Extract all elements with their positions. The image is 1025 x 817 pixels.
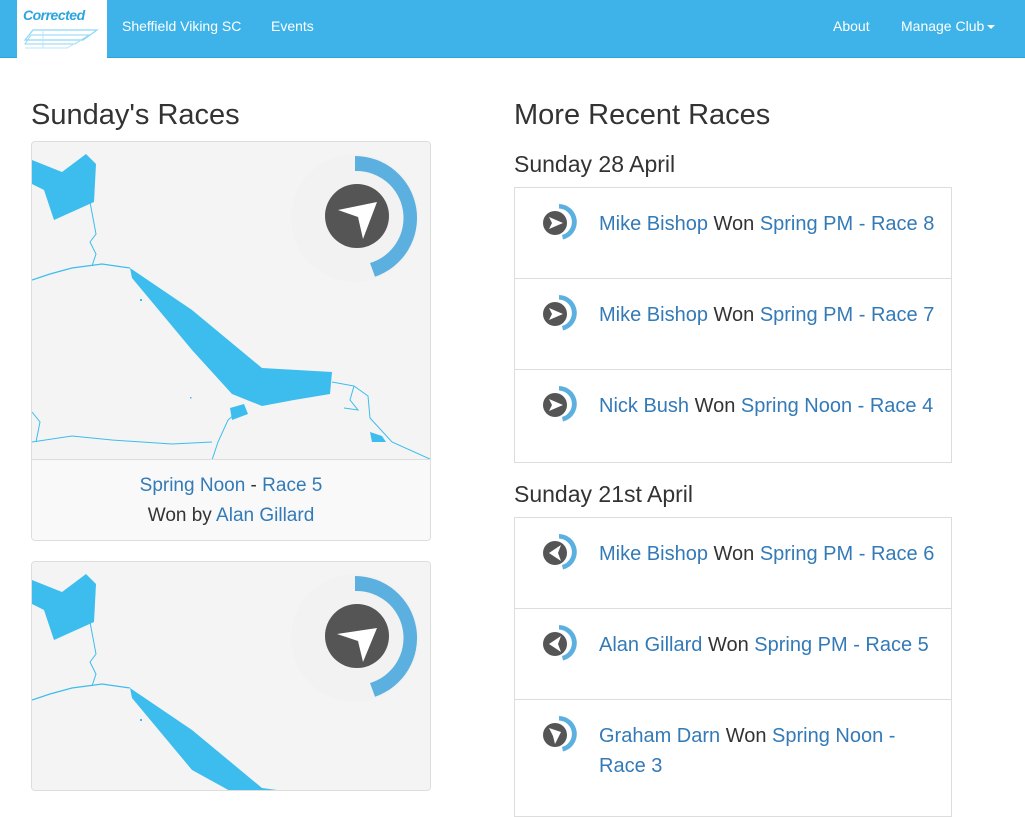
won-label: Won [689, 395, 741, 417]
nav-events-link[interactable]: Events [271, 18, 314, 34]
list-item[interactable]: Mike Bishop Won Spring PM - Race 7 [515, 278, 951, 369]
wind-dial-icon [543, 386, 577, 422]
race-link[interactable]: Spring PM - Race 8 [760, 213, 935, 235]
list-item[interactable]: Mike Bishop Won Spring PM - Race 6 [515, 518, 951, 608]
race-result-text: Mike Bishop Won Spring PM - Race 6 [599, 539, 944, 569]
list-item[interactable]: Mike Bishop Won Spring PM - Race 8 [515, 188, 951, 278]
more-recent-races-title: More Recent Races [514, 99, 771, 131]
race-result-text: Alan Gillard Won Spring PM - Race 5 [599, 630, 944, 660]
wind-dial-icon [543, 716, 577, 752]
sundays-races-title: Sunday's Races [31, 99, 240, 131]
nav-club-link[interactable]: Sheffield Viking SC [122, 18, 241, 34]
race-link[interactable]: Race 5 [262, 475, 322, 496]
caption-separator: - [245, 475, 263, 496]
race-result-text: Graham Darn Won Spring Noon - Race 3 [599, 721, 944, 781]
wind-dial-icon [543, 625, 577, 661]
wind-dial-icon [543, 204, 577, 240]
winner-link[interactable]: Graham Darn [599, 725, 720, 747]
wind-dial-icon [291, 154, 419, 282]
race-result-text: Mike Bishop Won Spring PM - Race 7 [599, 300, 944, 330]
list-item[interactable]: Alan Gillard Won Spring PM - Race 5 [515, 608, 951, 699]
boat-logo-icon [23, 29, 99, 49]
date-heading: Sunday 28 April [514, 151, 676, 177]
won-label: Won [707, 543, 760, 565]
race-link[interactable]: Spring PM - Race 5 [754, 634, 929, 656]
winner-link[interactable]: Mike Bishop [599, 543, 708, 565]
won-by-label: Won by [147, 505, 212, 526]
wind-dial-icon [543, 534, 577, 570]
won-label: Won [720, 725, 773, 747]
list-item[interactable]: Nick Bush Won Spring Noon - Race 4 [515, 369, 951, 460]
won-label: Won [707, 304, 760, 326]
race-link[interactable]: Spring Noon - Race 4 [741, 395, 933, 417]
series-link[interactable]: Spring Noon [140, 475, 246, 496]
list-item[interactable]: Graham Darn Won Spring Noon - Race 3 [515, 699, 951, 790]
brand-name: Corrected [23, 7, 85, 23]
winner-link[interactable]: Alan Gillard [216, 505, 314, 526]
date-heading: Sunday 21st April [514, 481, 694, 507]
chevron-down-icon [987, 25, 996, 30]
race-card[interactable] [31, 561, 431, 791]
race-list: Mike Bishop Won Spring PM - Race 6 Alan … [514, 517, 952, 817]
won-label: Won [707, 213, 760, 235]
brand-logo[interactable]: Corrected [17, 0, 107, 58]
wind-dial-icon [291, 574, 419, 702]
race-result-text: Mike Bishop Won Spring PM - Race 8 [599, 209, 944, 239]
race-card[interactable]: Spring Noon - Race 5 Won by Alan Gillard [31, 141, 431, 541]
manage-club-label: Manage Club [901, 18, 985, 34]
nav-manage-club-dropdown[interactable]: Manage Club [901, 18, 996, 34]
race-link[interactable]: Spring PM - Race 6 [760, 543, 935, 565]
winner-link[interactable]: Mike Bishop [599, 304, 708, 326]
race-card-caption: Spring Noon - Race 5 Won by Alan Gillard [32, 459, 430, 540]
race-list: Mike Bishop Won Spring PM - Race 8 Mike … [514, 187, 952, 463]
wind-dial-icon [543, 295, 577, 331]
race-link[interactable]: Spring PM - Race 7 [760, 304, 935, 326]
nav-about-link[interactable]: About [833, 18, 870, 34]
race-result-text: Nick Bush Won Spring Noon - Race 4 [599, 391, 944, 421]
winner-link[interactable]: Nick Bush [599, 395, 689, 417]
navbar: Corrected Sheffield Viking SC Events Abo… [0, 0, 1025, 58]
winner-link[interactable]: Mike Bishop [599, 213, 708, 235]
winner-link[interactable]: Alan Gillard [599, 634, 702, 656]
won-label: Won [702, 634, 755, 656]
